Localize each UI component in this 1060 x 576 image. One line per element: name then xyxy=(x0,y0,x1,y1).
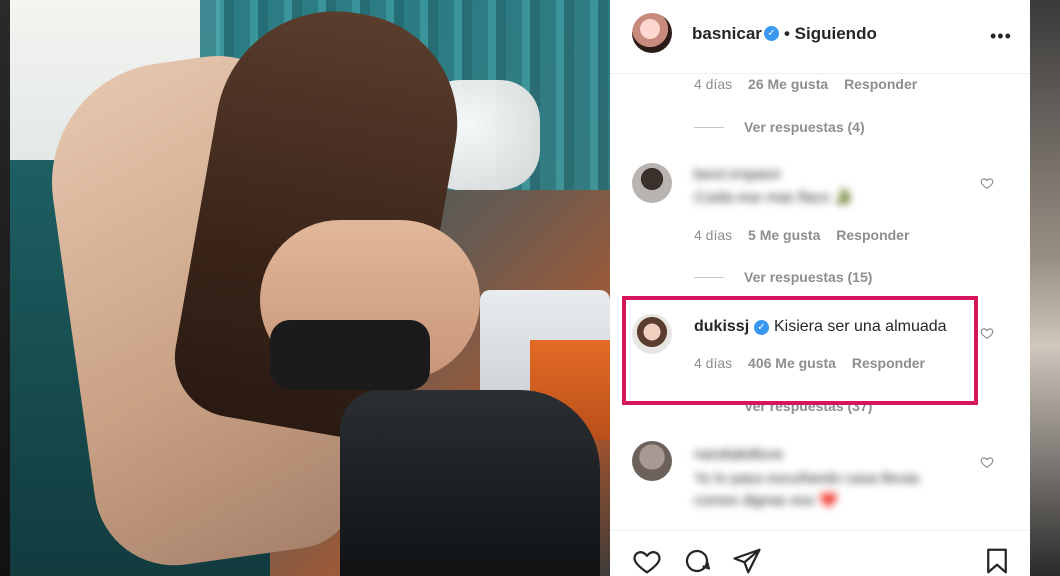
comment-text: Yo lo paso escuñando casa llevas comes d… xyxy=(694,470,920,509)
comment-avatar[interactable] xyxy=(632,314,672,354)
photo-jeans xyxy=(340,390,600,576)
comment-username[interactable]: nandiabdlove xyxy=(694,446,783,463)
replies-divider xyxy=(694,127,724,128)
comment-avatar[interactable] xyxy=(632,441,672,481)
replies-divider xyxy=(694,277,724,278)
view-replies-button[interactable]: Ver respuestas (4) xyxy=(744,119,865,135)
comment-likes[interactable]: 5 Me gusta xyxy=(748,227,820,243)
comment-icon[interactable] xyxy=(682,546,712,576)
reply-button[interactable]: Responder xyxy=(836,227,909,243)
author-username[interactable]: basnicar xyxy=(692,24,762,44)
verified-icon: ✓ xyxy=(754,320,769,335)
like-heart-icon[interactable] xyxy=(632,546,662,576)
post-photo[interactable] xyxy=(10,0,610,576)
like-heart-icon[interactable] xyxy=(980,455,994,469)
view-replies-button[interactable]: Ver respuestas (15) xyxy=(744,269,872,285)
comment-time[interactable]: 4 días xyxy=(694,227,732,243)
comment-meta: 4 días 406 Me gusta Responder xyxy=(694,355,925,371)
comment-text: Kisiera ser una almuada xyxy=(774,318,947,335)
comment-text: Cuida ese mas flaco 🐊 xyxy=(694,189,853,206)
bookmark-icon[interactable] xyxy=(982,546,1012,576)
follow-status[interactable]: • Siguiendo xyxy=(784,24,877,44)
post-actions-bar xyxy=(610,530,1030,576)
comment-meta: 4 días 26 Me gusta Responder xyxy=(694,76,917,92)
reply-button[interactable]: Responder xyxy=(844,76,917,92)
comment-time[interactable]: 4 días xyxy=(694,76,732,92)
post-header: basnicar ✓ • Siguiendo ••• xyxy=(610,0,1030,74)
comment-time[interactable]: 4 días xyxy=(694,355,732,371)
post-side-panel: basnicar ✓ • Siguiendo ••• 4 días 26 Me … xyxy=(610,0,1030,576)
comment-likes[interactable]: 406 Me gusta xyxy=(748,355,836,371)
verified-icon: ✓ xyxy=(764,26,779,41)
reply-button[interactable]: Responder xyxy=(852,355,925,371)
comment-username[interactable]: bevri.irnpaon xyxy=(694,166,781,183)
comment-meta: 4 días 5 Me gusta Responder xyxy=(694,227,909,243)
more-options-icon[interactable]: ••• xyxy=(990,26,1012,47)
share-direct-icon[interactable] xyxy=(732,546,762,576)
page-background-right xyxy=(1030,0,1060,576)
comment-username[interactable]: dukissj xyxy=(694,318,749,336)
comment-likes[interactable]: 26 Me gusta xyxy=(748,76,828,92)
like-heart-icon[interactable] xyxy=(980,176,994,190)
like-heart-icon[interactable] xyxy=(980,326,994,340)
view-replies-button[interactable]: Ver respuestas (37) xyxy=(744,398,872,414)
photo-top xyxy=(270,320,430,390)
page-background-left xyxy=(0,0,10,576)
comment-avatar[interactable] xyxy=(632,163,672,203)
author-avatar[interactable] xyxy=(632,13,672,53)
